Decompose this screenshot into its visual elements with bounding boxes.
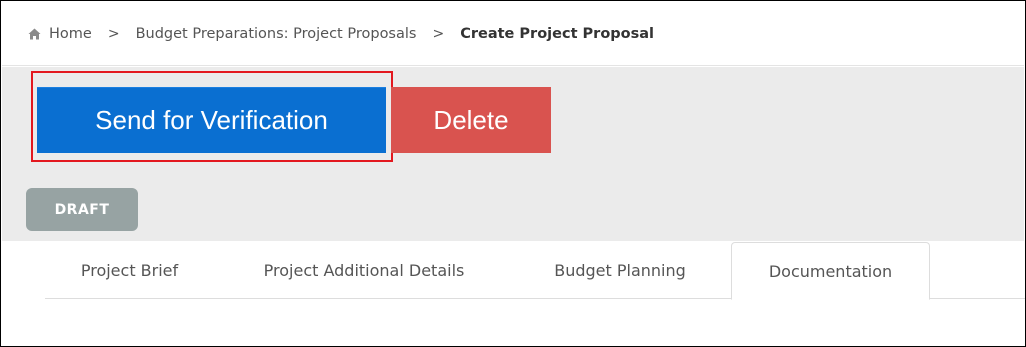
- home-icon[interactable]: [28, 28, 41, 40]
- tab-documentation[interactable]: Documentation: [731, 242, 930, 300]
- chevron-right-icon: >: [107, 25, 120, 42]
- chevron-right-icon: >: [432, 25, 445, 42]
- breadcrumb-current: Create Project Proposal: [460, 25, 655, 42]
- tab-project-additional-details[interactable]: Project Additional Details: [219, 242, 509, 299]
- breadcrumb-home[interactable]: Home: [49, 26, 92, 42]
- send-for-verification-button[interactable]: Send for Verification: [37, 87, 386, 153]
- breadcrumb-project-proposals[interactable]: Budget Preparations: Project Proposals: [136, 26, 417, 42]
- breadcrumb: Home > Budget Preparations: Project Prop…: [2, 2, 1024, 66]
- status-badge: DRAFT: [26, 188, 138, 231]
- delete-button[interactable]: Delete: [391, 87, 551, 153]
- tab-project-brief[interactable]: Project Brief: [45, 242, 214, 299]
- app-window: Home > Budget Preparations: Project Prop…: [0, 0, 1026, 347]
- tab-budget-planning[interactable]: Budget Planning: [514, 242, 726, 299]
- tab-bar: Project Brief Project Additional Details…: [45, 242, 1025, 300]
